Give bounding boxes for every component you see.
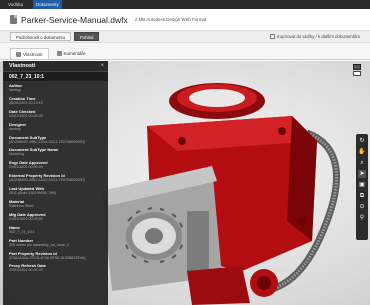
tab-comments[interactable]: Komentáře [52, 48, 91, 59]
bolt [178, 137, 186, 145]
section-icon[interactable]: ▣ [358, 181, 366, 189]
property-value: 01/01/1601 00:00:00 [9, 268, 43, 273]
shaft [187, 211, 209, 271]
close-icon[interactable]: × [100, 63, 104, 69]
document-title: Parker-Service-Manual.dwfx [21, 14, 128, 25]
output-bore [257, 276, 271, 290]
property-item: Part Number 269 series pto assembly_no_ho… [9, 238, 102, 248]
copy-icon [269, 34, 275, 39]
property-value: 2011 (Build 150299000, 299) [9, 191, 57, 196]
property-item: Mfg Date Approved 01/01/1601 00:00:00 [9, 212, 102, 222]
select-icon[interactable]: ➤ [358, 170, 366, 178]
explode-icon[interactable]: ⧉ [358, 192, 366, 200]
property-value: lambsy [9, 88, 21, 92]
document-details-button[interactable]: Podrobnosti o dokumentu [10, 32, 71, 41]
property-value: {E3A2A34A-7ECB-4FA8-BF5E-8192B812E4A} [9, 255, 86, 260]
document-header: Parker-Service-Manual.dwfx 2 MB Autodesk… [0, 9, 370, 30]
property-item: Author lambsy [9, 83, 102, 93]
property-item: Last Updated With 2011 (Build 150299000, … [9, 186, 102, 196]
property-value: 01/01/1601 00:00:00 [9, 216, 43, 221]
property-item: Document SubType Name Modeling [9, 147, 102, 157]
property-item: Proxy Refresh Date 01/01/1601 00:00:00 [9, 263, 102, 273]
property-value: lambsy [9, 126, 21, 131]
document-icon [10, 15, 17, 24]
property-item: External Property Revision Id {4D29B490-4… [9, 173, 102, 183]
tab-comments-label: Komentáře [63, 51, 86, 56]
3d-viewer[interactable]: Vlastnosti × 002_7_23_10:1 Author lambsy C… [0, 61, 370, 305]
view-cube[interactable] [353, 64, 362, 77]
bolt [298, 217, 306, 225]
property-item: Engr Date Approved 01/01/1601 00:00:00 [9, 160, 102, 170]
property-value: 002_7_23_10:1 [9, 229, 35, 234]
property-item: Date Checked 01/01/1601 00:00:00 [9, 109, 102, 119]
comments-icon [56, 51, 62, 56]
tab-properties[interactable]: Vlastnosti [10, 48, 49, 59]
selected-component-name: 002_7_23_10:1 [3, 72, 108, 81]
properties-panel-title: Vlastnosti [9, 63, 36, 69]
property-value: Modeling [9, 152, 24, 157]
property-value: 01/01/1601 00:00:00 [9, 113, 43, 118]
property-item: Material Stainless Steel [9, 199, 102, 209]
bottom-flange [187, 266, 250, 305]
copy-to-folder-link[interactable]: Kopírovat do složky / k dalším dokumentů… [269, 34, 360, 39]
view-button[interactable]: Pohled [73, 32, 100, 41]
property-item: Designer lambsy [9, 122, 102, 132]
tab-bar: Vlastnosti Komentáře [0, 43, 370, 60]
top-navigation: Vodítka Dokumenty [0, 0, 370, 9]
properties-panel: Vlastnosti × 002_7_23_10:1 Author lambsy C… [3, 61, 108, 305]
top-bore [189, 89, 245, 107]
file-info: 2 MB Autodesk Design Web Format [134, 17, 207, 22]
view-cube-front[interactable] [353, 71, 361, 76]
fit-icon[interactable]: ⚲ [358, 214, 366, 222]
properties-icon [16, 51, 21, 57]
viewer-toolbar: ↻ ✋ ⌕ ➤ ▣ ⧉ ⊙ ⚲ [356, 134, 368, 240]
property-value: Stainless Steel [9, 204, 34, 209]
property-item: Part Property Revision Id {E3A2A34A-7ECB-… [9, 251, 102, 261]
bolt [278, 127, 286, 135]
measure-icon[interactable]: ⊙ [358, 203, 366, 211]
property-value: {4D29B490-49B2-11D0-93C3-7E0706000000} [9, 139, 85, 144]
property-item: Name 002_7_23_10:1 [9, 225, 102, 235]
property-value: 269 series pto assembly_no_hose_2 [9, 242, 70, 247]
properties-panel-header: Vlastnosti × [3, 61, 108, 72]
property-value: 06/26/2001 10:13:12 [9, 100, 43, 105]
pan-icon[interactable]: ✋ [358, 148, 366, 156]
property-item: Creation Time 06/26/2001 10:13:12 [9, 96, 102, 106]
zoom-icon[interactable]: ⌕ [358, 159, 366, 167]
copy-to-folder-label: Kopírovat do složky / k dalším dokumentů… [276, 34, 360, 39]
property-list: Author lambsy Creation Time 06/26/2001 10:1… [3, 81, 108, 278]
tab-properties-label: Vlastnosti [23, 51, 43, 57]
rotate-icon[interactable]: ↻ [358, 137, 366, 145]
nav-item-documents[interactable]: Dokumenty [33, 0, 62, 9]
property-value: {4D29B490-49B2-11D0-93C3-7E0706000000} [9, 178, 85, 183]
view-cube-top[interactable] [353, 64, 361, 70]
nav-item-guides[interactable]: Vodítka [8, 2, 23, 7]
action-bar: Podrobnosti o dokumentu Pohled Kopírovat… [0, 30, 370, 43]
3d-model[interactable] [92, 71, 352, 305]
property-item: Document SubType {4D29B490-49B2-11D0-93C3… [9, 135, 102, 145]
property-value: 01/01/1601 00:00:00 [9, 165, 43, 170]
